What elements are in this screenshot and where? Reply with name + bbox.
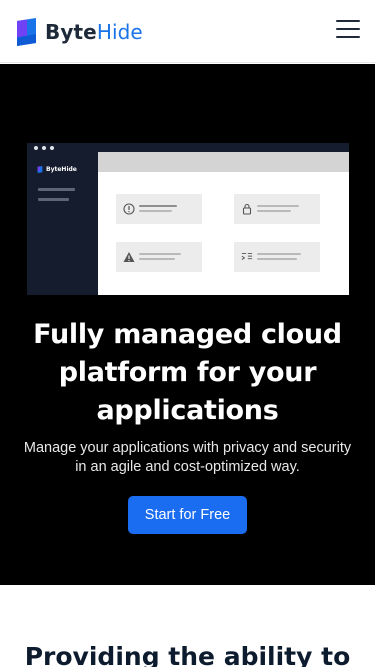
window-dot <box>42 146 46 150</box>
mockup-card <box>116 194 202 224</box>
window-dot <box>34 146 38 150</box>
code-icon <box>241 253 253 260</box>
start-for-free-button[interactable]: Start for Free <box>128 496 247 534</box>
mockup-window-bar <box>27 143 349 152</box>
hero-title-line: Fully managed cloud <box>33 319 342 350</box>
mockup-card <box>234 242 320 272</box>
hero-subtitle-line: Manage your applications with privacy an… <box>23 440 352 456</box>
mockup-logo-icon <box>37 166 43 173</box>
hamburger-menu-icon[interactable] <box>336 20 360 38</box>
mockup-card-line <box>257 258 297 260</box>
mockup-card <box>116 242 202 272</box>
lock-icon <box>242 203 252 215</box>
logo-wordmark: ByteHide <box>45 20 143 44</box>
mockup-nav-line <box>38 198 69 201</box>
mockup-card-line <box>257 205 299 207</box>
section-title: Providing the ability to <box>24 642 351 667</box>
mockup-card-line <box>139 205 177 207</box>
mockup-brand-text: ByteHide <box>46 166 77 173</box>
hero-title-line: applications <box>96 395 279 426</box>
mockup-card <box>234 194 320 224</box>
menu-bar <box>336 36 360 38</box>
mockup-main-panel <box>98 152 349 295</box>
mockup-brand: ByteHide <box>37 166 77 173</box>
site-header: ByteHide <box>0 0 375 63</box>
hero-subtitle-line: in an agile and cost-optimized way. <box>75 459 300 475</box>
logo-word-byte: Byte <box>45 20 97 44</box>
mockup-nav-line <box>38 188 75 191</box>
mockup-card-line <box>139 258 175 260</box>
info-icon <box>123 203 135 215</box>
mockup-card-line <box>139 253 181 255</box>
warning-icon <box>123 252 135 262</box>
dashboard-mockup-illustration: ByteHide <box>27 143 349 295</box>
menu-bar <box>336 20 360 22</box>
window-dot <box>50 146 54 150</box>
hero-title: Fully managed cloud platform for your ap… <box>12 316 363 430</box>
mockup-card-line <box>257 210 291 212</box>
mockup-card-line <box>139 210 172 212</box>
hero-title-line: platform for your <box>58 357 317 388</box>
mockup-main-header <box>98 152 349 172</box>
mockup-card-line <box>257 253 301 255</box>
logo-word-hide: Hide <box>96 20 143 44</box>
menu-bar <box>336 28 360 30</box>
hero-subtitle: Manage your applications with privacy an… <box>10 439 365 477</box>
bytehide-logo-icon <box>17 18 36 46</box>
bytehide-logo[interactable]: ByteHide <box>15 18 143 46</box>
